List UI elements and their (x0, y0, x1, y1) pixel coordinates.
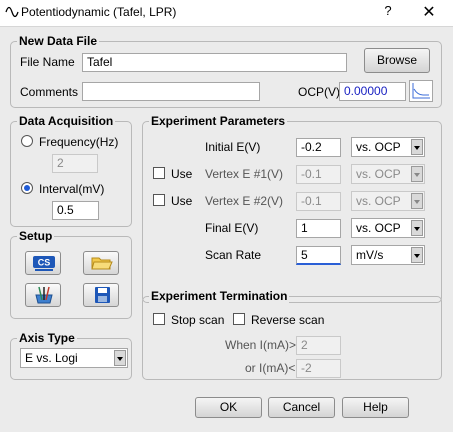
electrode-icon (35, 286, 53, 304)
cancel-button[interactable]: Cancel (268, 397, 335, 418)
data-acquisition-legend: Data Acquisition (17, 114, 116, 128)
use-vertex2-checkbox[interactable] (153, 194, 165, 206)
use-vertex2-label: Use (171, 194, 193, 208)
ocp-graph-button[interactable] (409, 80, 433, 102)
scan-rate-unit-select[interactable]: mV/s (351, 245, 425, 265)
ok-button[interactable]: OK (195, 397, 262, 418)
cell-setup-button[interactable]: CS (25, 251, 61, 275)
frequency-radio[interactable] (21, 135, 33, 147)
data-acquisition-group: Data Acquisition Frequency(Hz) 2 Interva… (10, 114, 132, 227)
title-bar: Potentiodynamic (Tafel, LPR) ? ✕ (0, 0, 453, 26)
browse-button[interactable]: Browse (364, 48, 430, 73)
ocp-value-field: 0.00000 (339, 82, 406, 101)
initial-e-label: Initial E(V) (205, 140, 261, 154)
axis-type-legend: Axis Type (17, 331, 77, 345)
ocp-label: OCP(V) (298, 85, 340, 99)
chevron-down-icon (411, 193, 423, 209)
sine-wave-icon (5, 6, 19, 18)
use-vertex1-label: Use (171, 167, 193, 181)
use-vertex1-checkbox[interactable] (153, 167, 165, 179)
window-title: Potentiodynamic (Tafel, LPR) (21, 5, 177, 19)
final-e-field[interactable]: 1 (296, 219, 341, 238)
vertex1-ref-value: vs. OCP (356, 167, 401, 181)
svg-text:CS: CS (38, 258, 51, 268)
vertex2-ref-value: vs. OCP (356, 194, 401, 208)
when-current-field[interactable]: 2 (296, 336, 341, 355)
frequency-label: Frequency(Hz) (39, 135, 119, 149)
frequency-field[interactable]: 2 (52, 154, 98, 173)
reverse-scan-label: Reverse scan (251, 313, 325, 327)
final-e-ref-value: vs. OCP (356, 221, 401, 235)
comments-label: Comments (20, 85, 79, 99)
initial-e-ref-value: vs. OCP (356, 140, 401, 154)
chevron-down-icon (411, 166, 423, 182)
chevron-down-icon (114, 350, 126, 366)
interval-label: Interval(mV) (39, 182, 105, 196)
help-title-button[interactable]: ? (380, 3, 396, 18)
interval-radio[interactable] (21, 182, 33, 194)
scan-rate-unit-value: mV/s (356, 248, 384, 262)
electrode-button[interactable] (25, 283, 61, 307)
setup-group: Setup CS (10, 229, 132, 319)
open-file-button[interactable] (83, 251, 119, 275)
chevron-down-icon (411, 220, 423, 236)
new-data-file-group: New Data File File Name Tafel Browse Com… (10, 34, 442, 108)
vertex1-field[interactable]: -0.1 (296, 165, 341, 184)
vertex1-ref-select[interactable]: vs. OCP (351, 164, 425, 184)
experiment-termination-legend: Experiment Termination (149, 289, 290, 303)
experiment-termination-group: Experiment Termination Stop scan Reverse… (142, 289, 442, 380)
vertex2-label: Vertex E #2(V) (205, 194, 284, 208)
stop-scan-label: Stop scan (171, 313, 225, 327)
chevron-down-icon (411, 247, 423, 263)
stop-scan-checkbox[interactable] (153, 313, 165, 325)
open-folder-icon (91, 257, 113, 270)
reverse-scan-checkbox[interactable] (233, 313, 245, 325)
scan-rate-label: Scan Rate (205, 248, 262, 262)
interval-field[interactable]: 0.5 (52, 201, 99, 220)
scan-rate-field[interactable]: 5 (296, 246, 341, 265)
help-button[interactable]: Help (342, 397, 409, 418)
experiment-parameters-legend: Experiment Parameters (149, 114, 288, 128)
final-e-ref-select[interactable]: vs. OCP (351, 218, 425, 238)
cell-setup-icon: CS (33, 256, 55, 271)
dialog-client: New Data File File Name Tafel Browse Com… (0, 26, 453, 432)
save-disk-icon (95, 287, 110, 303)
axis-type-group: Axis Type E vs. Logi (10, 331, 132, 380)
save-setup-button[interactable] (83, 283, 119, 307)
new-data-file-legend: New Data File (17, 34, 100, 48)
or-current-field[interactable]: -2 (296, 359, 341, 378)
chevron-down-icon (411, 139, 423, 155)
initial-e-ref-select[interactable]: vs. OCP (351, 137, 425, 157)
setup-legend: Setup (17, 229, 55, 243)
file-name-label: File Name (20, 55, 75, 69)
final-e-label: Final E(V) (205, 221, 259, 235)
vertex2-field[interactable]: -0.1 (296, 192, 341, 211)
ocp-trend-icon (412, 83, 430, 99)
close-button[interactable]: ✕ (420, 2, 438, 22)
axis-type-value: E vs. Logi (25, 351, 78, 365)
vertex2-ref-select[interactable]: vs. OCP (351, 191, 425, 211)
experiment-parameters-group: Experiment Parameters Initial E(V) -0.2 … (142, 114, 442, 303)
vertex1-label: Vertex E #1(V) (205, 167, 284, 181)
or-current-label: or I(mA)< (245, 361, 296, 375)
when-current-label: When I(mA)> (225, 338, 297, 352)
initial-e-field[interactable]: -0.2 (296, 138, 341, 157)
file-name-field[interactable]: Tafel (82, 53, 347, 72)
axis-type-select[interactable]: E vs. Logi (20, 348, 128, 368)
comments-field[interactable] (82, 82, 260, 101)
